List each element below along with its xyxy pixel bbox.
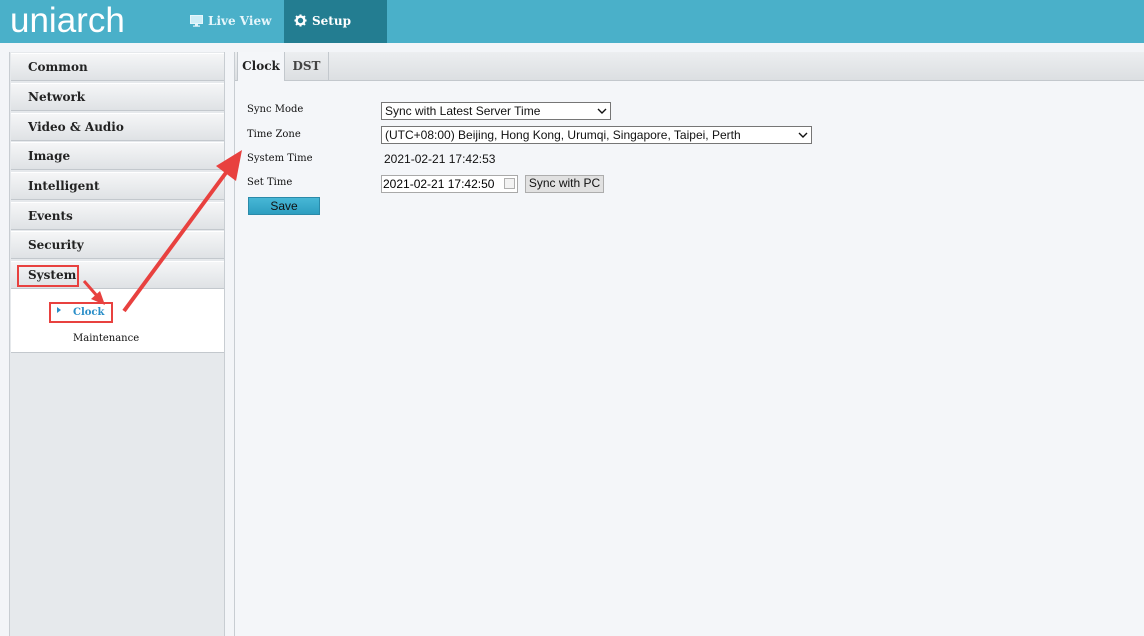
- time-zone-label: Time Zone: [247, 129, 301, 140]
- tab-clock[interactable]: Clock: [237, 52, 285, 81]
- set-time-value: 2021-02-21 17:42:50: [383, 177, 495, 191]
- sidebar-item-image[interactable]: Image: [11, 142, 224, 170]
- sync-mode-select[interactable]: Sync with Latest Server Time: [381, 102, 611, 120]
- sync-mode-label: Sync Mode: [247, 104, 304, 115]
- uniarch-logo: uniarch: [10, 1, 125, 40]
- sidebar-item-events[interactable]: Events: [11, 202, 224, 230]
- nav-live-view-label: Live View: [208, 14, 272, 28]
- time-zone-value: (UTC+08:00) Beijing, Hong Kong, Urumqi, …: [385, 128, 741, 142]
- nav-setup-label: Setup: [312, 14, 351, 28]
- system-time-label: System Time: [247, 153, 313, 164]
- sidebar: Common Network Video & Audio Image Intel…: [9, 52, 225, 636]
- nav-live-view[interactable]: Live View: [182, 0, 282, 43]
- sidebar-item-intelligent[interactable]: Intelligent: [11, 172, 224, 200]
- main-content: Clock DST Sync Mode Sync with Latest Ser…: [234, 52, 1144, 636]
- time-zone-select[interactable]: (UTC+08:00) Beijing, Hong Kong, Urumqi, …: [381, 126, 812, 144]
- sidebar-item-video-audio[interactable]: Video & Audio: [11, 113, 224, 141]
- sidebar-item-security[interactable]: Security: [11, 231, 224, 259]
- nav-setup[interactable]: Setup: [284, 0, 387, 43]
- sidebar-item-system[interactable]: System: [11, 261, 224, 289]
- gear-icon: [294, 14, 307, 27]
- sidebar-item-common[interactable]: Common: [11, 53, 224, 81]
- set-time-label: Set Time: [247, 177, 293, 188]
- top-bar: uniarch Live View Setup: [0, 0, 1144, 43]
- tab-bar: Clock DST: [235, 52, 1144, 81]
- calendar-icon[interactable]: [504, 178, 515, 189]
- submenu-item-maintenance[interactable]: Maintenance: [73, 333, 139, 344]
- set-time-input[interactable]: 2021-02-21 17:42:50: [381, 175, 518, 193]
- system-time-value: 2021-02-21 17:42:53: [384, 152, 496, 166]
- chevron-down-icon: [597, 108, 607, 114]
- tab-dst[interactable]: DST: [285, 52, 329, 81]
- sync-with-pc-button[interactable]: Sync with PC: [525, 175, 604, 193]
- save-button[interactable]: Save: [248, 197, 320, 215]
- submenu-item-clock[interactable]: Clock: [73, 307, 104, 318]
- active-indicator-icon: [57, 307, 61, 313]
- sync-mode-value: Sync with Latest Server Time: [385, 104, 541, 118]
- chevron-down-icon: [798, 132, 808, 138]
- monitor-icon: [190, 14, 203, 27]
- system-submenu: Clock Maintenance: [11, 289, 224, 353]
- sidebar-item-network[interactable]: Network: [11, 83, 224, 111]
